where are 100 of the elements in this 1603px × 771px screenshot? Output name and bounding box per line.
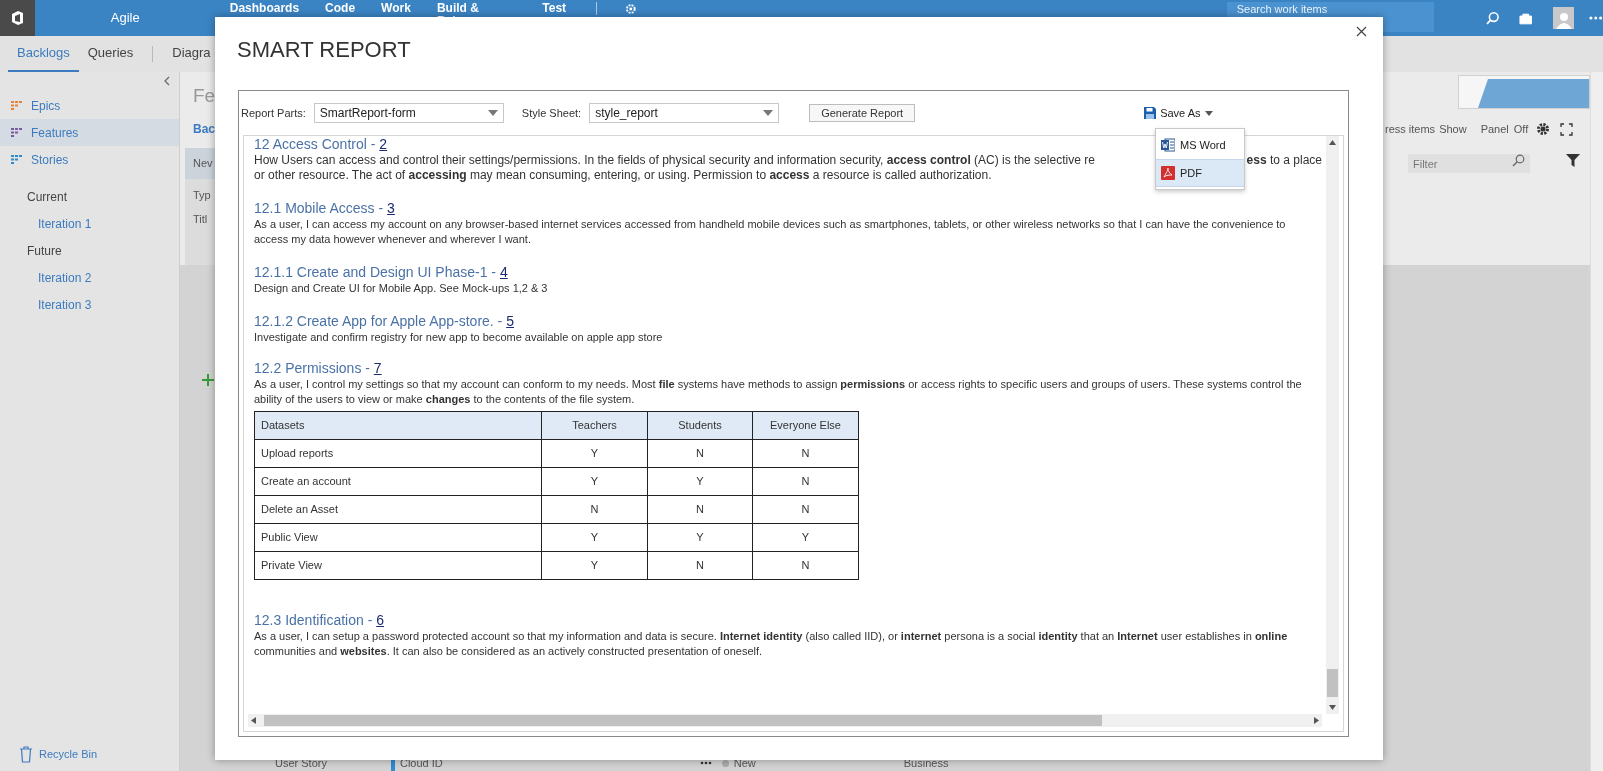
table-cell: Private View	[254, 551, 542, 580]
report-parts-dropdown[interactable]: SmartReport-form	[313, 103, 504, 123]
bag-icon[interactable]	[1518, 11, 1533, 25]
section-heading: 12.1 Mobile Access - 3	[254, 200, 395, 217]
section-heading: 12.1.2 Create App for Apple App-store. - 5	[254, 313, 514, 330]
scrollbar-thumb[interactable]	[264, 715, 1102, 726]
filter-field[interactable]: Filter	[1408, 154, 1530, 173]
iteration-group[interactable]: Current	[0, 183, 179, 210]
style-sheet-dropdown[interactable]: style_report	[589, 103, 780, 123]
table-cell: N	[752, 551, 859, 580]
table-cell: Delete an Asset	[254, 495, 542, 524]
reference-link[interactable]: 3	[387, 200, 395, 216]
panel-toggle[interactable]: Off	[1513, 121, 1529, 138]
recycle-bin-link[interactable]: Recycle Bin	[19, 746, 179, 763]
paragraph-text: As a user, I can setup a password protected account so that my information and data is secure. Internet identity (also called IID), or internet persona is a social identity that an Internet user establishes in online communities and websites. It can also be considered as an actively constructed presentation of oneself.	[254, 629, 1289, 659]
reference-link[interactable]: 2	[379, 136, 388, 152]
backlog-item[interactable]: Stories	[0, 146, 179, 173]
table-cell: N	[647, 439, 753, 468]
new-item-label: Nev	[185, 147, 215, 179]
section-heading: 12.2 Permissions - 7	[254, 360, 382, 377]
column-header: Teachers	[541, 411, 648, 440]
logo-icon	[9, 10, 26, 26]
column-header: Students	[647, 411, 753, 440]
scroll-left-icon[interactable]	[251, 717, 256, 724]
gear-icon[interactable]	[625, 3, 637, 15]
generate-report-button[interactable]: Generate Report	[809, 104, 916, 122]
field-label: Typ	[192, 187, 212, 203]
section-heading: 12 Access Control - 2	[254, 136, 388, 153]
paragraph-text: How Users can access and control their settings/permissions. In the fields of physical security and information security, access control (AC) is the selective re	[254, 153, 1095, 168]
table-cell: New	[733, 757, 756, 769]
column-header: Datasets	[254, 411, 542, 440]
scroll-right-icon[interactable]	[1314, 717, 1319, 724]
scrollbar-thumb[interactable]	[1327, 669, 1338, 697]
table-cell: N	[541, 495, 648, 524]
collapse-icon[interactable]	[163, 76, 171, 86]
more-icon[interactable]	[1589, 16, 1603, 20]
trash-icon	[19, 746, 33, 763]
reference-link[interactable]: 6	[376, 612, 384, 628]
field-label: Report Parts:	[241, 105, 306, 121]
table-cell: Y	[541, 467, 648, 496]
section-heading: 12.3 Identification - 6	[254, 612, 384, 629]
table-cell: Public View	[254, 523, 542, 552]
table-cell: Upload reports	[254, 439, 542, 468]
table-cell: N	[647, 551, 753, 580]
fullscreen-icon[interactable]	[1560, 122, 1574, 136]
scroll-up-icon[interactable]	[1329, 140, 1336, 145]
reference-link[interactable]: 4	[499, 264, 508, 280]
settings-icon[interactable]	[1536, 122, 1551, 137]
iteration-item[interactable]: Iteration 3	[0, 291, 179, 318]
page-scrollbar[interactable]	[1590, 72, 1603, 771]
dropdown-arrow-icon	[487, 110, 498, 116]
paragraph-text: As a user, I control my settings so that my account can conform to my needs. Most file systems have methods to assign permissions or access rights to specific users and groups of users. These systems control the ability of the users to view or make changes to the contents of the file system.	[254, 377, 1302, 407]
show-label: Show	[1439, 122, 1467, 137]
table-cell: N	[752, 495, 859, 524]
filter-icon[interactable]	[1566, 153, 1580, 167]
page-header: Fe	[193, 84, 215, 108]
table-cell: Create an account	[254, 467, 542, 496]
scroll-down-icon[interactable]	[1329, 705, 1336, 710]
section-heading: 12.1.1 Create and Design UI Phase-1 - 4	[254, 264, 508, 281]
nav-tab[interactable]: Queries	[78, 36, 143, 72]
menu-item[interactable]: PDF	[1156, 159, 1244, 187]
tab-label[interactable]: Bac	[193, 119, 215, 138]
column-header: Everyone Else	[752, 411, 859, 440]
iteration-item[interactable]: Iteration 2	[0, 264, 179, 291]
paragraph-text: Design and Create UI for Mobile App. See Mock-ups 1,2 & 3	[254, 281, 549, 296]
table-cell: Y	[541, 551, 648, 580]
chart-thumbnail[interactable]	[1458, 75, 1590, 109]
table-cell: N	[752, 467, 859, 496]
paragraph-text: or other resource. The act of accessing may mean consuming, entering, or using. Permission to access a resource is called authorization.	[254, 168, 992, 183]
more-icon[interactable]	[699, 761, 712, 765]
panel-label: Panel	[1480, 122, 1509, 137]
reference-link[interactable]: 7	[373, 360, 382, 376]
dropdown-arrow-icon	[763, 110, 774, 116]
table-cell: Business	[903, 757, 949, 769]
avatar[interactable]	[1553, 7, 1575, 29]
paragraph-text: As a user, I can access my account on any browser-based internet services accessed from handheld mobile devices such as smartphones, tablets, or other wireless networks so that I can have the convenience to access my data however whenever and wherever I want.	[254, 217, 1287, 247]
save-as-button[interactable]: Save As	[1144, 104, 1213, 122]
logo-tile[interactable]	[0, 0, 35, 36]
iteration-group[interactable]: Future	[0, 237, 179, 264]
search-icon	[1512, 153, 1525, 167]
reference-link[interactable]: 5	[506, 313, 514, 329]
vertical-scrollbar[interactable]	[1326, 136, 1339, 714]
table-cell: Y	[752, 523, 859, 552]
paragraph-text: Investigate and confirm registry for new app to become available on apple app store	[254, 330, 664, 345]
acrobat-icon	[1161, 166, 1175, 180]
search-icon[interactable]	[1486, 11, 1500, 25]
field-label: Style Sheet:	[521, 105, 582, 121]
document-w-icon	[1161, 138, 1175, 152]
person-silhouette-icon	[1555, 11, 1572, 29]
field-label: Titl	[192, 212, 209, 227]
dialog-title: SMART REPORT	[237, 37, 412, 63]
project-name[interactable]: Agile	[110, 8, 140, 28]
horizontal-scrollbar[interactable]	[248, 714, 1322, 727]
menu-item[interactable]: MS Word	[1156, 131, 1244, 159]
add-icon[interactable]	[202, 374, 214, 386]
table-cell: N	[647, 495, 753, 524]
table-cell: Y	[541, 523, 648, 552]
table-cell: Y	[647, 523, 753, 552]
close-icon[interactable]	[1356, 26, 1367, 37]
iteration-item[interactable]: Iteration 1	[0, 210, 179, 237]
